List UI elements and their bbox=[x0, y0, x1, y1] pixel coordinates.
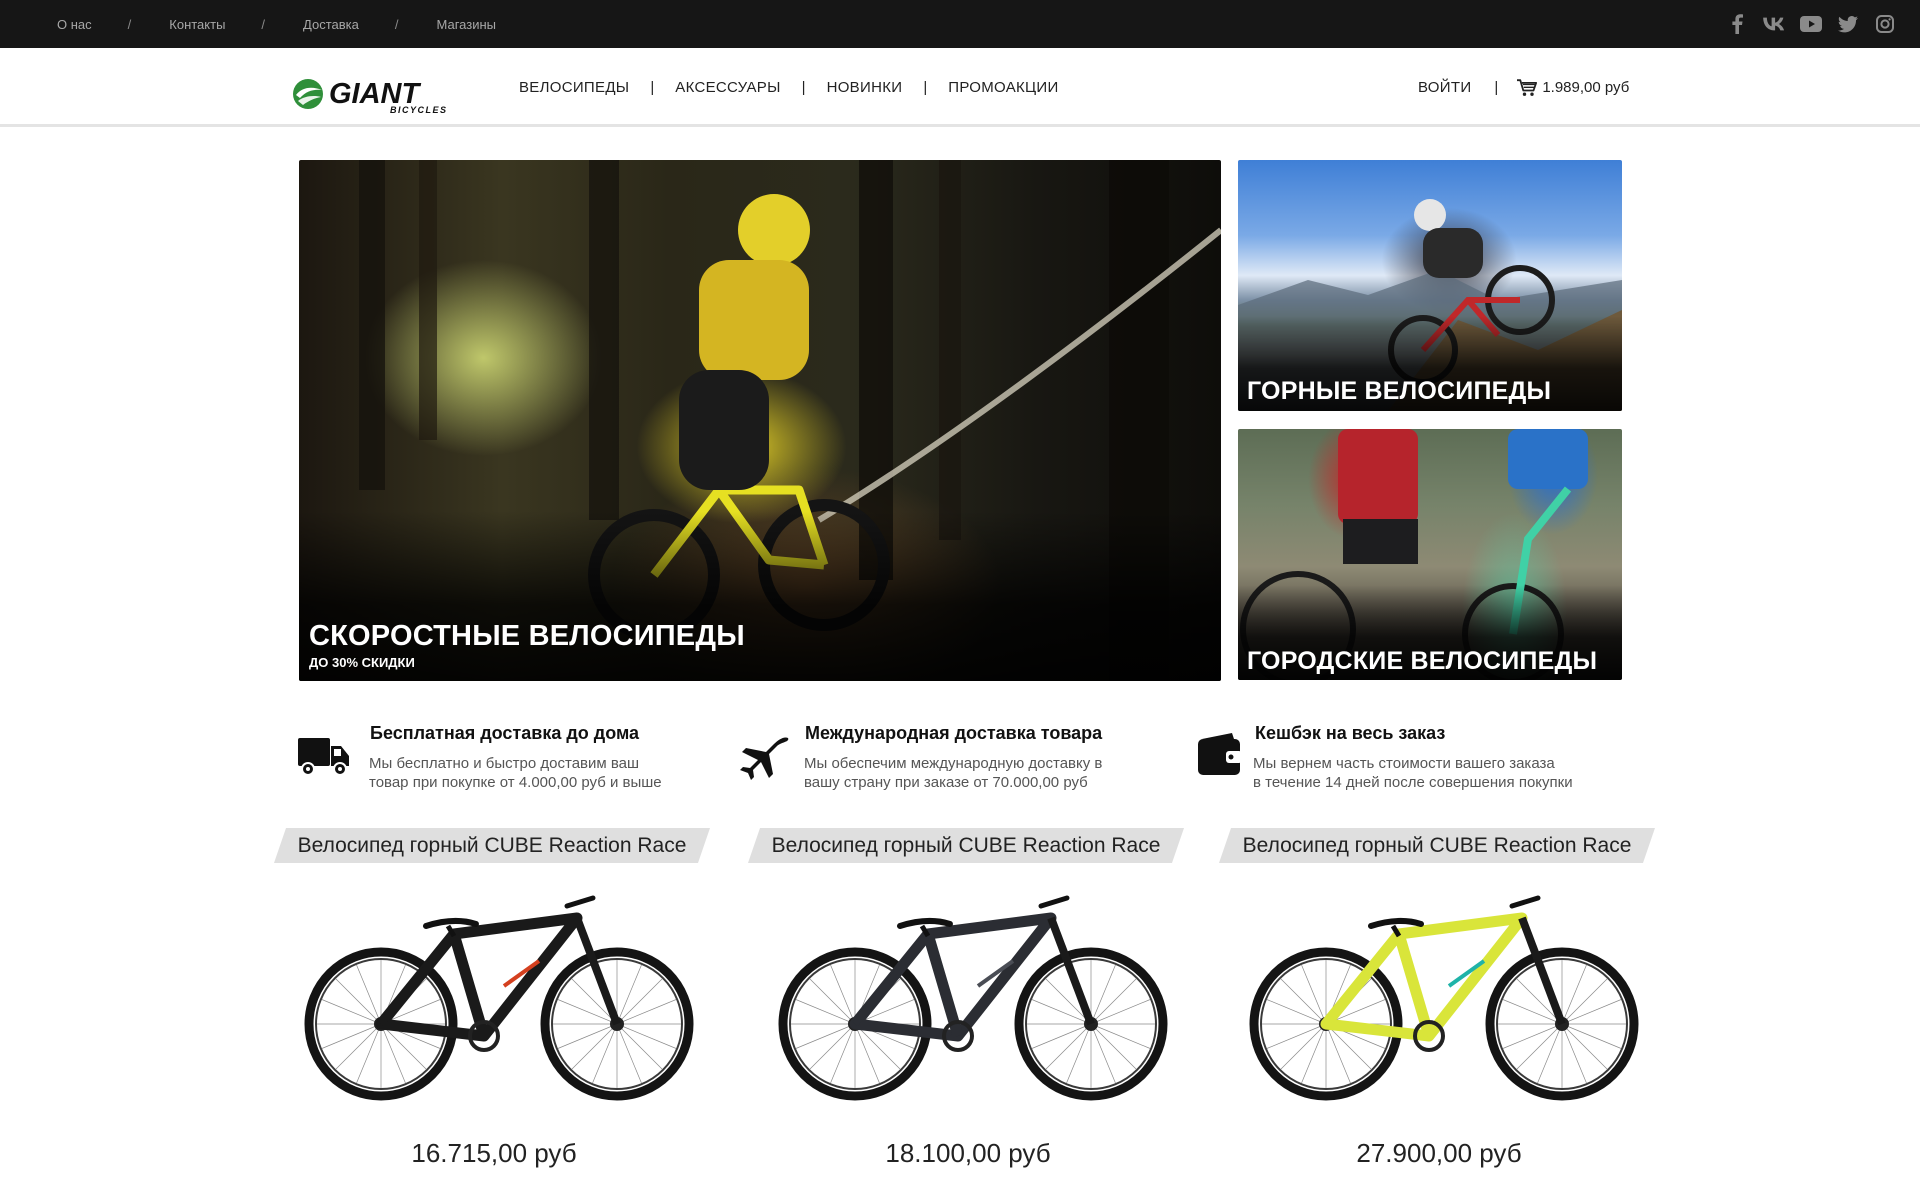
benefit-international-delivery: Международная доставка товара Мы обеспеч… bbox=[738, 720, 1158, 800]
header-account: ВОЙТИ | 1.989,00 руб bbox=[1418, 48, 1629, 127]
product-title-band[interactable]: Велосипед горный CUBE Reaction Race bbox=[1219, 828, 1655, 863]
twitter-icon[interactable] bbox=[1837, 13, 1859, 35]
giant-logo[interactable]: GIANT BICYCLES bbox=[292, 78, 480, 115]
benefit-title: Кешбэк на весь заказ bbox=[1255, 723, 1446, 743]
vk-icon[interactable] bbox=[1763, 13, 1785, 35]
benefit-title: Международная доставка товара bbox=[805, 723, 1103, 743]
promo-title: ГОРНЫЕ ВЕЛОСИПЕДЫ bbox=[1247, 377, 1552, 405]
benefit-title: Бесплатная доставка до дома bbox=[370, 723, 640, 743]
top-utility-bar: О нас / Контакты / Доставка / Магазины bbox=[0, 0, 1920, 48]
main-nav: ВЕЛОСИПЕДЫ | АКСЕССУАРЫ | НОВИНКИ | ПРОМ… bbox=[519, 48, 1059, 127]
logo-subtitle: BICYCLES bbox=[390, 105, 448, 114]
bike-frame bbox=[849, 895, 1095, 1052]
product-card: Велосипед горный CUBE Reaction Race 27.9… bbox=[1219, 828, 1659, 1180]
nav-bicycles[interactable]: ВЕЛОСИПЕДЫ bbox=[519, 79, 629, 96]
promo-speed-bikes[interactable]: СКОРОСТНЫЕ ВЕЛОСИПЕДЫ ДО 30% СКИДКИ bbox=[299, 160, 1221, 681]
separator: / bbox=[127, 16, 132, 32]
product-card: Велосипед горный CUBE Reaction Race 18.1… bbox=[748, 828, 1188, 1180]
bicycle-image[interactable] bbox=[1244, 886, 1644, 1106]
product-price[interactable]: 27.900,00 руб bbox=[1219, 1138, 1659, 1169]
link-contacts[interactable]: Контакты bbox=[169, 17, 225, 32]
cart-button[interactable]: 1.989,00 руб bbox=[1517, 78, 1630, 97]
promo-subtitle: ДО 30% СКИДКИ bbox=[309, 655, 415, 670]
product-price[interactable]: 16.715,00 руб bbox=[274, 1138, 714, 1169]
separator: / bbox=[261, 16, 266, 32]
product-price[interactable]: 18.100,00 руб bbox=[748, 1138, 1188, 1169]
benefit-cashback: Кешбэк на весь заказ Мы вернем часть сто… bbox=[1198, 720, 1638, 800]
benefit-free-delivery: Бесплатная доставка до дома Мы бесплатно… bbox=[298, 720, 718, 800]
bike-frame bbox=[375, 895, 621, 1052]
benefit-text-line: Мы бесплатно и быстро доставим ваш bbox=[369, 755, 640, 772]
product-title-band[interactable]: Велосипед горный CUBE Reaction Race bbox=[748, 828, 1184, 863]
login-link[interactable]: ВОЙТИ bbox=[1418, 79, 1471, 96]
facebook-icon[interactable] bbox=[1726, 13, 1748, 35]
product-title: Велосипед горный CUBE Reaction Race bbox=[1242, 833, 1632, 857]
top-links: О нас / Контакты / Доставка / Магазины bbox=[57, 0, 496, 48]
nav-promo[interactable]: ПРОМОАКЦИИ bbox=[948, 79, 1058, 96]
wallet-icon bbox=[1198, 733, 1242, 775]
bicycle-image[interactable] bbox=[773, 886, 1173, 1106]
nav-separator: | bbox=[650, 79, 655, 96]
nav-separator: | bbox=[923, 79, 928, 96]
product-title-band[interactable]: Велосипед горный CUBE Reaction Race bbox=[274, 828, 710, 863]
product-card: Велосипед горный CUBE Reaction Race 16.7… bbox=[274, 828, 714, 1180]
product-title: Велосипед горный CUBE Reaction Race bbox=[771, 833, 1161, 857]
separator: / bbox=[394, 16, 399, 32]
benefit-text-line: вашу страну при заказе от 70.000,00 руб bbox=[804, 774, 1088, 791]
benefit-text-line: товар при покупке от 4.000,00 руб и выше bbox=[369, 774, 662, 791]
link-delivery[interactable]: Доставка bbox=[303, 17, 359, 32]
promo-title: ГОРОДСКИЕ ВЕЛОСИПЕДЫ bbox=[1247, 647, 1598, 675]
promo-city-bikes[interactable]: ГОРОДСКИЕ ВЕЛОСИПЕДЫ bbox=[1238, 429, 1622, 680]
benefit-text-line: Мы обеспечим международную доставку в bbox=[804, 755, 1103, 772]
airplane-icon bbox=[740, 737, 789, 780]
promo-title: СКОРОСТНЫЕ ВЕЛОСИПЕДЫ bbox=[309, 620, 745, 652]
link-about[interactable]: О нас bbox=[57, 17, 92, 32]
product-title: Велосипед горный CUBE Reaction Race bbox=[297, 833, 687, 857]
header-separator: | bbox=[1494, 79, 1499, 96]
truck-icon bbox=[298, 738, 349, 776]
nav-separator: | bbox=[801, 79, 806, 96]
tile-shade bbox=[299, 511, 1221, 681]
cart-total: 1.989,00 руб bbox=[1542, 79, 1630, 96]
promo-mountain-bikes[interactable]: ГОРНЫЕ ВЕЛОСИПЕДЫ bbox=[1238, 160, 1622, 411]
instagram-icon[interactable] bbox=[1874, 13, 1896, 35]
link-stores[interactable]: Магазины bbox=[437, 17, 497, 32]
benefit-text-line: Мы вернем часть стоимости вашего заказа bbox=[1253, 755, 1555, 772]
nav-new[interactable]: НОВИНКИ bbox=[827, 79, 903, 96]
nav-accessories[interactable]: АКСЕССУАРЫ bbox=[675, 79, 780, 96]
site-header: GIANT BICYCLES ВЕЛОСИПЕДЫ | АКСЕССУАРЫ |… bbox=[0, 48, 1920, 127]
benefit-text-line: в течение 14 дней после совершения покуп… bbox=[1253, 774, 1573, 791]
youtube-icon[interactable] bbox=[1800, 13, 1822, 35]
bike-frame bbox=[1320, 895, 1566, 1052]
cart-icon bbox=[1517, 78, 1538, 96]
social-links bbox=[1726, 0, 1896, 48]
bicycle-image[interactable] bbox=[299, 886, 699, 1106]
